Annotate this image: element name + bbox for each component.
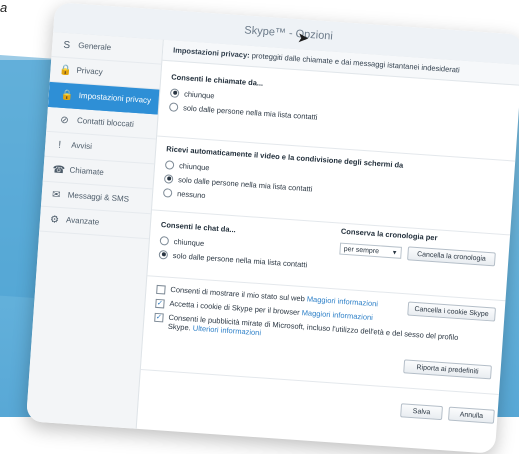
option-label: nessuno — [176, 188, 206, 200]
save-button[interactable]: Salva — [400, 403, 443, 421]
lock-icon: 🔒 — [60, 89, 74, 102]
radio-button[interactable] — [163, 173, 174, 184]
advanced-icon: ⚙ — [49, 214, 60, 226]
alert-icon: ! — [57, 139, 62, 151]
radio-button[interactable] — [164, 159, 175, 170]
checkbox-checked[interactable]: ✓ — [155, 298, 165, 309]
sidebar-item-label: Contatti bloccati — [76, 115, 135, 129]
sidebar-item-label: Avanzate — [65, 215, 100, 227]
radio-button[interactable] — [169, 87, 180, 98]
option-label: chiunque — [183, 88, 215, 100]
radio-button[interactable] — [162, 187, 173, 198]
phone-icon: ☎ — [52, 164, 66, 177]
reset-defaults-button[interactable]: Riporta ai predefiniti — [403, 359, 492, 380]
history-duration-select[interactable]: per sempre ▼ — [339, 242, 402, 259]
history-duration-value: per sempre — [343, 245, 380, 256]
radio-button[interactable] — [158, 249, 169, 260]
checkbox[interactable] — [156, 284, 166, 295]
calls-section: Consenti le chiamate da... chiunque solo… — [168, 72, 320, 124]
lock-icon: 🔒 — [59, 64, 73, 77]
sidebar-item-label: Chiamate — [69, 165, 105, 177]
sidebar-item-label: Impostazioni privacy — [78, 90, 152, 106]
mouse-cursor-icon: ➤ — [296, 29, 310, 46]
blocked-icon: ⊘ — [59, 114, 70, 127]
radio-button[interactable] — [168, 101, 179, 112]
sidebar-item-label: Generale — [77, 40, 112, 53]
sidebar-item-label: Messaggi & SMS — [67, 190, 130, 204]
page-header-title: Impostazioni privacy: — [172, 45, 250, 60]
page-top-text: a — [0, 0, 8, 15]
chevron-down-icon: ▼ — [391, 250, 398, 257]
message-icon: ✉ — [51, 189, 61, 201]
radio-button[interactable] — [159, 235, 170, 246]
option-label: chiunque — [173, 236, 205, 248]
skype-icon: S — [63, 39, 71, 52]
chat-section: Consenti le chat da... chiunque solo dal… — [158, 220, 309, 272]
privacy-settings-panel: Impostazioni privacy: proteggiti dalle c… — [137, 39, 519, 454]
more-info-link[interactable]: Maggiori informazioni — [307, 294, 379, 308]
video-section: Ricevi automaticamente il video e la con… — [162, 144, 404, 216]
option-label: chiunque — [178, 160, 210, 172]
options-window: Skype™ - Opzioni ➤ S Generale 🔒 Privacy … — [25, 2, 519, 454]
sidebar-item-label: Privacy — [76, 65, 104, 77]
cancel-button[interactable]: Annulla — [447, 406, 495, 424]
clear-history-button[interactable]: Cancella la cronologia — [407, 246, 496, 267]
sidebar-item-label: Avvisi — [70, 140, 93, 152]
checkbox-checked[interactable]: ✓ — [154, 312, 164, 323]
more-info-link[interactable]: Maggiori informazioni — [301, 308, 373, 322]
